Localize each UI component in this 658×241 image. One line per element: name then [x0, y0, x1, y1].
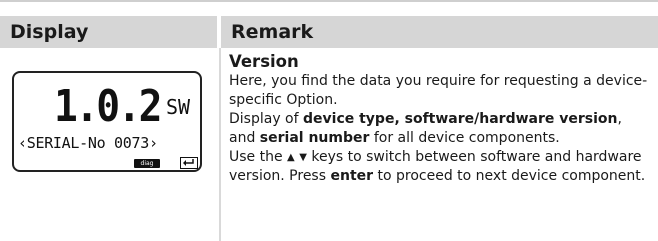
page: Display Remark 1.0.2 SW ‹SERIAL-No 0073›… — [0, 0, 658, 241]
lcd-unit-label: SW — [166, 95, 191, 119]
table-header: Display Remark — [0, 16, 658, 48]
text-span: for all device components. — [369, 130, 560, 146]
enter-return-icon — [180, 157, 198, 169]
remark-paragraph-3: Use the ▲ ▼ keys to switch between softw… — [229, 148, 649, 186]
bold-span: enter — [330, 168, 374, 184]
diag-badge: diag — [134, 159, 160, 168]
down-arrow-icon: ▼ — [299, 152, 307, 163]
text-span: Use the — [229, 149, 288, 165]
lcd-display: 1.0.2 SW ‹SERIAL-No 0073› diag — [12, 71, 202, 172]
remark-content: Version Here, you find the data you requ… — [229, 51, 649, 186]
text-span: Display of — [229, 111, 303, 127]
top-rule — [0, 0, 658, 2]
remark-title: Version — [229, 52, 299, 71]
lcd-scroll-text: ‹SERIAL-No 0073› — [18, 134, 158, 152]
column-divider — [219, 48, 221, 241]
text-span: to proceed to next device component. — [373, 168, 646, 184]
header-remark: Remark — [221, 16, 658, 48]
remark-paragraph-2: Display of device type, software/hardwar… — [229, 110, 649, 148]
remark-paragraph-1: Here, you find the data you require for … — [229, 73, 648, 108]
remark-text: Here, you find the data you require for … — [229, 72, 649, 186]
lcd-main-value: 1.0.2 — [54, 81, 162, 132]
header-display: Display — [0, 16, 217, 48]
bold-span: serial number — [259, 130, 370, 146]
up-arrow-icon: ▲ — [287, 152, 295, 163]
bold-span: device type, software/hardware version — [303, 111, 618, 127]
